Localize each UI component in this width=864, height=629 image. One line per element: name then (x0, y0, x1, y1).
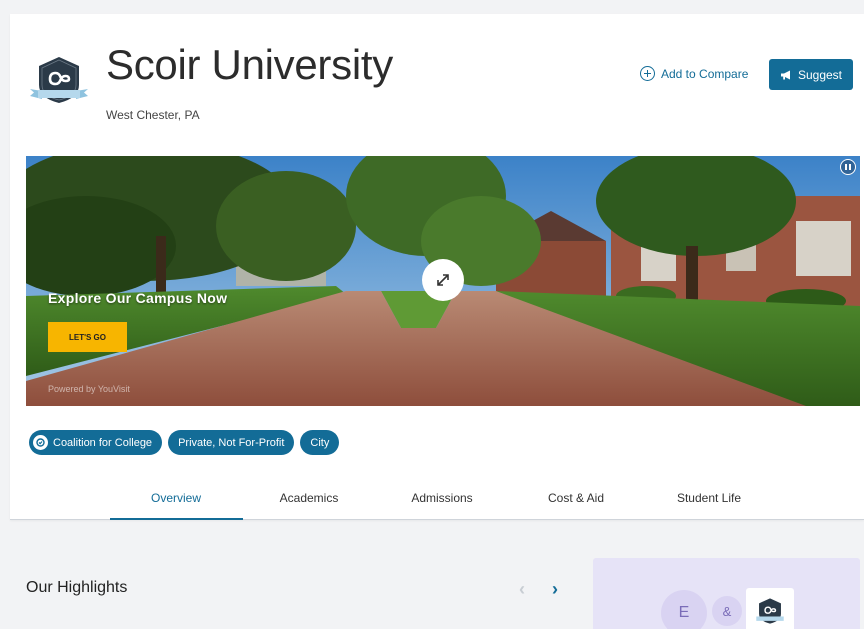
highlights-title: Our Highlights (26, 579, 128, 596)
school-location: West Chester, PA (106, 108, 200, 122)
active-tab-indicator (110, 517, 243, 520)
section-tabs: Overview Academics Admissions Cost & Aid… (10, 478, 864, 520)
campus-tour-banner[interactable]: Explore Our Campus Now LET'S GO Powered … (26, 156, 860, 406)
chevron-left-icon[interactable]: ‹ (519, 580, 525, 598)
school-logo (28, 55, 90, 105)
tag-city: City (300, 430, 340, 455)
tag-label: City (310, 436, 330, 449)
add-to-compare-label: Add to Compare (661, 66, 749, 81)
tab-admissions[interactable]: Admissions (411, 491, 472, 505)
ampersand-badge: & (712, 596, 742, 626)
tab-cost-aid[interactable]: Cost & Aid (548, 491, 604, 505)
user-initial-avatar: E (661, 590, 707, 629)
tag-label: Private, Not For-Profit (178, 436, 285, 449)
school-tags: Coalition for College Private, Not For-P… (29, 430, 340, 455)
powered-by-text: Powered by YouVisit (48, 384, 130, 394)
expand-icon (437, 274, 449, 286)
tab-overview[interactable]: Overview (151, 491, 201, 505)
suggest-button[interactable]: Suggest (769, 59, 853, 90)
tab-student-life[interactable]: Student Life (677, 491, 741, 505)
pause-button[interactable] (840, 159, 856, 175)
explore-campus-text: Explore Our Campus Now (48, 290, 228, 306)
chevron-right-icon[interactable]: › (552, 580, 558, 598)
lets-go-button[interactable]: LET'S GO (48, 322, 127, 352)
tab-academics[interactable]: Academics (280, 491, 339, 505)
compare-promo-card[interactable]: E & (593, 558, 860, 629)
megaphone-icon (780, 70, 790, 79)
tag-label: Coalition for College (53, 436, 153, 449)
school-name: Scoir University (106, 41, 393, 88)
check-circle-icon (33, 435, 48, 450)
plus-circle-icon (640, 66, 655, 81)
suggest-label: Suggest (797, 67, 843, 82)
school-logo-small (746, 588, 794, 629)
tag-coalition: Coalition for College (29, 430, 163, 455)
tag-private: Private, Not For-Profit (168, 430, 295, 455)
fullscreen-button[interactable] (422, 259, 464, 301)
add-to-compare-button[interactable]: Add to Compare (640, 66, 748, 81)
pause-icon (845, 164, 847, 170)
